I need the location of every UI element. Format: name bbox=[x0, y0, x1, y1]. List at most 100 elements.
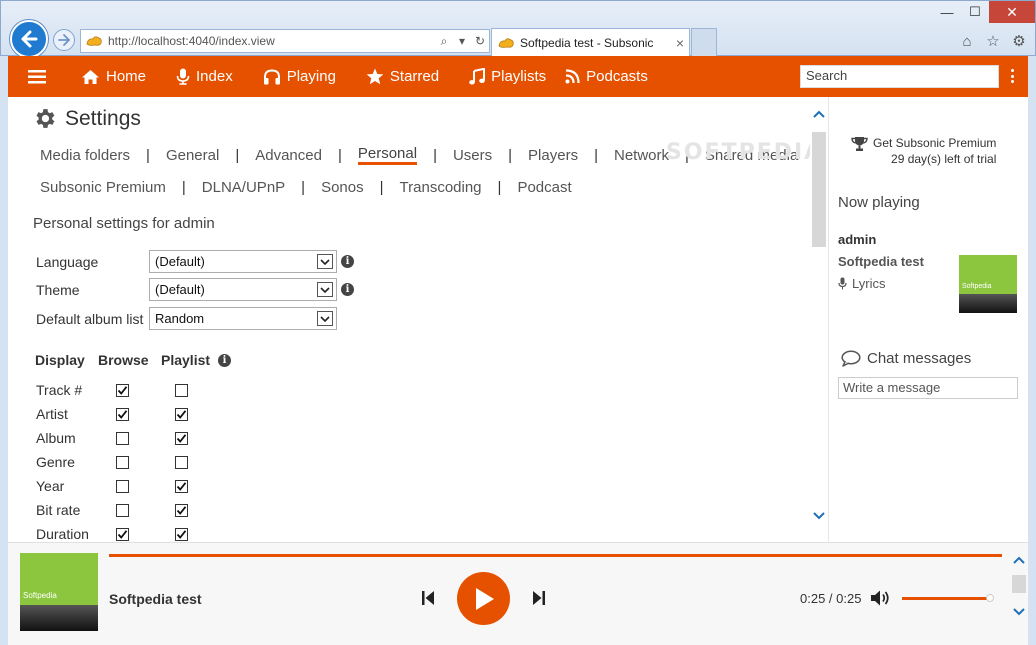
address-bar[interactable]: http://localhost:4040/index.view ⌕ ▾ ↻ bbox=[80, 29, 490, 53]
player-cover[interactable]: Softpedia bbox=[20, 553, 98, 631]
nav-starred[interactable]: Starred bbox=[351, 56, 454, 97]
tab-personal[interactable]: Personal bbox=[357, 145, 418, 165]
nav-playlists-label: Playlists bbox=[491, 68, 547, 85]
scrollbar-thumb[interactable] bbox=[812, 132, 826, 247]
chevron-down-icon[interactable] bbox=[1013, 608, 1025, 616]
nav-home-label: Home bbox=[106, 68, 147, 85]
chat-message-input[interactable]: Write a message bbox=[838, 377, 1018, 399]
column-option-label: Genre bbox=[36, 454, 75, 470]
album-list-select[interactable]: Random bbox=[149, 307, 337, 330]
minimize-button[interactable]: — bbox=[933, 1, 961, 23]
new-tab-button[interactable] bbox=[691, 28, 717, 57]
nav-index-label: Index bbox=[196, 68, 233, 85]
info-icon[interactable]: i bbox=[341, 283, 354, 296]
tab-sonos[interactable]: Sonos bbox=[321, 179, 364, 196]
playlist-checkbox[interactable] bbox=[175, 503, 188, 517]
tab-dlna-upnp[interactable]: DLNA/UPnP bbox=[202, 179, 285, 196]
browser-tab[interactable]: Softpedia test - Subsonic × bbox=[491, 28, 690, 57]
tab-transcoding[interactable]: Transcoding bbox=[400, 179, 482, 196]
menu-button[interactable] bbox=[8, 56, 66, 97]
info-icon[interactable]: i bbox=[341, 255, 354, 268]
premium-link[interactable]: Get Subsonic Premium 29 day(s) left of t… bbox=[851, 135, 996, 167]
forward-button[interactable] bbox=[53, 29, 75, 51]
theme-select[interactable]: (Default) bbox=[149, 278, 337, 301]
browse-checkbox[interactable] bbox=[116, 383, 129, 397]
chevron-down-icon bbox=[317, 254, 333, 269]
playlist-checkbox[interactable] bbox=[175, 383, 188, 397]
browse-checkbox[interactable] bbox=[116, 527, 129, 541]
tab-subsonic-premium[interactable]: Subsonic Premium bbox=[40, 179, 166, 196]
info-icon[interactable]: i bbox=[218, 354, 232, 367]
tab-users[interactable]: Users bbox=[453, 147, 492, 164]
tab-separator: | bbox=[146, 146, 150, 164]
browse-checkbox[interactable] bbox=[116, 503, 129, 517]
window-frame-right bbox=[1028, 56, 1036, 645]
theme-label: Theme bbox=[36, 281, 80, 298]
close-tab-icon[interactable]: × bbox=[671, 35, 689, 51]
browse-checkbox[interactable] bbox=[116, 431, 129, 445]
tab-media-folders[interactable]: Media folders bbox=[40, 147, 130, 164]
settings-panel: Settings Media folders | General | Advance… bbox=[8, 97, 810, 542]
nav-podcasts[interactable]: Podcasts bbox=[561, 56, 663, 97]
refresh-icon[interactable]: ↻ bbox=[471, 32, 489, 50]
playlist-checkbox[interactable] bbox=[175, 431, 188, 445]
chat-title: Chat messages bbox=[841, 350, 971, 367]
home-icon[interactable]: ⌂ bbox=[957, 31, 977, 51]
volume-slider-handle[interactable] bbox=[986, 594, 994, 602]
tab-podcast[interactable]: Podcast bbox=[517, 179, 571, 196]
browse-checkbox[interactable] bbox=[116, 455, 129, 469]
search-icon[interactable]: ⌕ bbox=[435, 32, 453, 50]
player-scrollbar[interactable] bbox=[1010, 542, 1028, 645]
home-icon bbox=[82, 69, 99, 84]
playlist-checkbox[interactable] bbox=[175, 455, 188, 469]
column-option-label: Duration bbox=[36, 526, 89, 542]
browse-checkbox[interactable] bbox=[116, 479, 129, 493]
now-playing-song[interactable]: Softpedia test bbox=[838, 254, 924, 269]
settings-tabs-row1: Media folders | General | Advanced | Person… bbox=[40, 145, 798, 165]
maximize-button[interactable]: ☐ bbox=[961, 1, 989, 23]
chevron-up-icon[interactable] bbox=[1013, 556, 1025, 564]
volume-icon[interactable] bbox=[870, 589, 891, 607]
language-select[interactable]: (Default) bbox=[149, 250, 337, 273]
chevron-down-icon bbox=[317, 311, 333, 326]
search-input[interactable]: Search bbox=[800, 65, 999, 88]
settings-scrollbar[interactable] bbox=[810, 97, 828, 542]
player-bar: Softpedia Softpedia test 0:25 / 0:25 bbox=[8, 542, 1028, 645]
lyrics-link[interactable]: Lyrics bbox=[838, 276, 885, 291]
volume-slider[interactable] bbox=[902, 597, 990, 600]
scrollbar-thumb[interactable] bbox=[1012, 575, 1026, 593]
tab-network[interactable]: Network bbox=[614, 147, 669, 164]
now-playing-user[interactable]: admin bbox=[838, 232, 876, 247]
playback-time: 0:25 / 0:25 bbox=[800, 591, 862, 606]
chevron-down-icon[interactable] bbox=[813, 512, 825, 520]
more-options-icon[interactable] bbox=[1006, 66, 1018, 86]
column-option-row: Year bbox=[36, 478, 215, 494]
microphone-icon bbox=[176, 68, 190, 85]
back-button[interactable] bbox=[10, 20, 48, 58]
close-window-button[interactable]: ✕ bbox=[989, 1, 1035, 23]
now-playing-cover[interactable]: Softpedia bbox=[959, 255, 1017, 313]
address-url[interactable]: http://localhost:4040/index.view bbox=[108, 34, 435, 48]
tab-advanced[interactable]: Advanced bbox=[255, 147, 322, 164]
tab-players[interactable]: Players bbox=[528, 147, 578, 164]
tab-general[interactable]: General bbox=[166, 147, 219, 164]
nav-index[interactable]: Index bbox=[161, 56, 248, 97]
playlist-checkbox[interactable] bbox=[175, 479, 188, 493]
gear-icon[interactable]: ⚙ bbox=[1009, 31, 1029, 51]
chevron-up-icon[interactable] bbox=[813, 110, 825, 118]
nav-playing[interactable]: Playing bbox=[248, 56, 351, 97]
play-button[interactable] bbox=[457, 572, 510, 625]
album-list-label: Default album list bbox=[36, 310, 144, 327]
nav-starred-label: Starred bbox=[389, 68, 440, 85]
playlist-checkbox[interactable] bbox=[175, 527, 188, 541]
tab-shared-media[interactable]: Shared media bbox=[705, 147, 798, 164]
previous-button[interactable] bbox=[421, 590, 435, 606]
chevron-down-icon[interactable]: ▾ bbox=[453, 32, 471, 50]
browse-checkbox[interactable] bbox=[116, 407, 129, 421]
nav-playlists[interactable]: Playlists bbox=[454, 56, 561, 97]
playback-progress-bar[interactable] bbox=[109, 554, 1002, 557]
nav-home[interactable]: Home bbox=[66, 56, 161, 97]
favorites-star-icon[interactable]: ☆ bbox=[983, 31, 1003, 51]
playlist-checkbox[interactable] bbox=[175, 407, 188, 421]
next-button[interactable] bbox=[532, 590, 546, 606]
